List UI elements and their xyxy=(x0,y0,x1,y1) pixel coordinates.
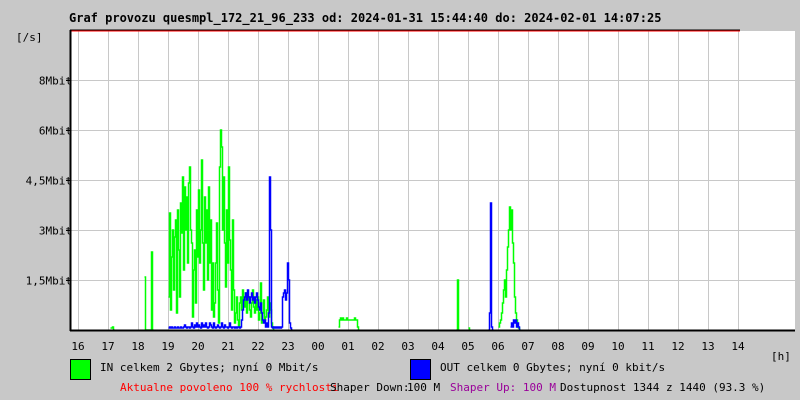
y-tick-label: 3Mbit xyxy=(39,225,72,238)
x-tick-label: 17 xyxy=(101,340,114,353)
shaper-down-label: Shaper Down: xyxy=(330,381,409,394)
legend-out-label: OUT celkem 0 Gbytes; nyní 0 kbit/s xyxy=(440,361,665,374)
x-tick-label: 07 xyxy=(521,340,534,353)
y-tick-labels: 1,5Mbit 3Mbit 4,5Mbit 6Mbit 8Mbit xyxy=(26,75,72,288)
chart-svg: Graf provozu quesmpl_172_21_96_233 od: 2… xyxy=(16,11,795,394)
shaper-up-text: Shaper Up: 100 M xyxy=(450,381,556,394)
allowed-speed-text: Aktualne povoleno 100 % rychlosti xyxy=(120,381,339,394)
x-tick-label: 10 xyxy=(611,340,624,353)
x-tick-label: 02 xyxy=(371,340,384,353)
x-tick-label: 14 xyxy=(731,340,745,353)
series-line-in xyxy=(456,279,460,331)
x-axis-label: [h] xyxy=(771,350,791,363)
x-tick-label: 13 xyxy=(701,340,714,353)
x-tick-label: 19 xyxy=(161,340,174,353)
legend-out-swatch xyxy=(410,359,431,380)
x-tick-label: 12 xyxy=(671,340,684,353)
x-tick-label: 08 xyxy=(551,340,564,353)
y-tick-label: 8Mbit xyxy=(39,75,72,88)
x-tick-label: 22 xyxy=(251,340,264,353)
shaper-down-value: 100 M xyxy=(407,381,440,394)
x-tick-label: 06 xyxy=(491,340,504,353)
x-tick-label: 21 xyxy=(221,340,234,353)
chart-title: Graf provozu quesmpl_172_21_96_233 od: 2… xyxy=(69,11,661,26)
x-tick-label: 16 xyxy=(71,340,84,353)
availability-text: Dostupnost 1344 z 1440 (93.3 %) xyxy=(560,381,765,394)
y-tick-label: 4,5Mbit xyxy=(26,175,72,188)
traffic-graph: Graf provozu quesmpl_172_21_96_233 od: 2… xyxy=(0,0,800,400)
legend-in-label: IN celkem 2 Gbytes; nyní 0 Mbit/s xyxy=(100,361,319,374)
y-tick-label: 1,5Mbit xyxy=(26,275,72,288)
x-tick-labels: 16 17 18 19 20 21 22 23 00 01 02 03 04 05 06 07 08 09 10 11… xyxy=(71,340,745,353)
x-tick-label: 01 xyxy=(341,340,354,353)
y-axis-label: [/s] xyxy=(16,31,43,44)
x-tick-label: 23 xyxy=(281,340,294,353)
x-tick-label: 11 xyxy=(641,340,654,353)
x-tick-label: 03 xyxy=(401,340,414,353)
y-tick-label: 6Mbit xyxy=(39,125,72,138)
x-tick-label: 18 xyxy=(131,340,144,353)
legend-in-swatch xyxy=(70,359,91,380)
x-tick-label: 09 xyxy=(581,340,594,353)
x-tick-label: 04 xyxy=(431,340,445,353)
x-tick-label: 00 xyxy=(311,340,324,353)
x-tick-label: 05 xyxy=(461,340,474,353)
x-tick-label: 20 xyxy=(191,340,204,353)
